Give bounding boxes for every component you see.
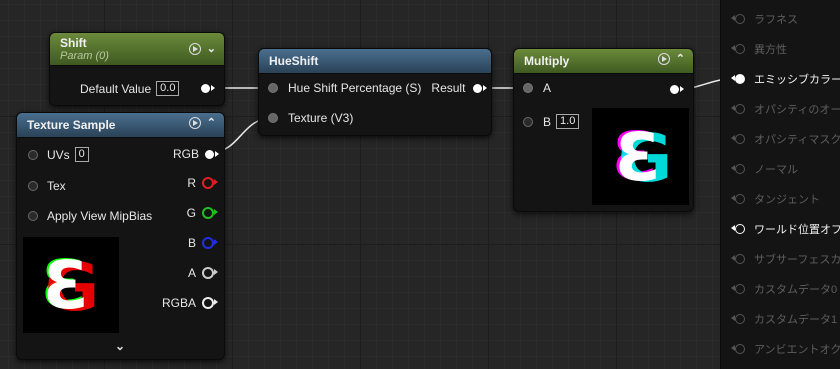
sidebar-item-custom-data-1[interactable]: カスタムデータ1 [731,311,838,327]
sidebar-item-label: エミッシブカラー [754,74,840,86]
hueshift-node-header[interactable]: HueShift [259,49,491,74]
pin-icon[interactable] [731,224,745,234]
r-output-pin[interactable] [202,177,218,189]
b-output-pin[interactable] [202,237,218,249]
multiply-b-label: B [543,114,552,129]
sidebar-item-normal[interactable]: ノーマル [731,161,798,177]
rgba-output-label: RGBA [161,296,196,310]
sidebar-item-subsurface-color[interactable]: サブサーフェスカ [731,251,840,267]
pin-icon[interactable] [731,284,745,294]
preview-toggle-icon[interactable] [657,53,670,65]
preview-toggle-icon[interactable] [188,43,201,55]
pin-icon[interactable] [731,14,745,24]
expand-chevron-icon[interactable]: ⌄ [115,339,125,353]
pin-icon[interactable] [731,134,745,144]
sidebar-item-label: 異方性 [754,44,787,56]
shift-param-node[interactable]: Shift Param (0) ⌄ Default Value 0.0 [49,32,225,106]
multiply-a-label: A [543,81,552,95]
sidebar-item-opacity[interactable]: オパシティのオー [731,101,840,117]
texture-sample-title: Texture Sample [27,118,116,132]
hueshift-result-pin[interactable] [473,83,488,93]
multiply-b-value-field[interactable]: 1.0 [556,114,580,129]
texture-v3-pin[interactable] [268,113,278,123]
tex-pin[interactable] [28,181,38,191]
hueshift-node-title: HueShift [269,54,319,68]
r-output-label: R [187,176,196,190]
sidebar-item-label: ノーマル [754,164,798,176]
texture-v3-label: Texture (V3) [288,111,354,125]
hueshift-result-label: Result [431,81,466,95]
apply-view-mipbias-pin[interactable] [28,211,38,221]
shift-node-header[interactable]: Shift Param (0) ⌄ [50,33,224,66]
sidebar-item-label: タンジェント [754,194,820,206]
texture-preview-image: Ɛ G Ɛ [23,237,119,333]
sidebar-item-label: アンビエントオク [754,344,840,356]
hue-shift-percentage-pin[interactable] [268,83,278,93]
sidebar-item-anisotropy[interactable]: 異方性 [731,41,787,57]
sidebar-item-opacity-mask[interactable]: オパシティマスク [731,131,840,147]
g-output-label: G [186,206,196,220]
texture-sample-node[interactable]: Texture Sample ⌃ UVs 0 Tex Apply View Mi… [16,112,225,360]
sidebar-item-label: ワールド位置オフ [754,224,840,236]
shift-output-pin[interactable] [201,84,215,93]
a-output-label: A [187,266,196,280]
multiply-a-pin[interactable] [523,83,533,93]
rgb-output-label: RGB [172,147,199,161]
texture-sample-header[interactable]: Texture Sample ⌃ [17,113,224,138]
pin-icon[interactable] [731,314,745,324]
default-value-label: Default Value [80,81,152,96]
chevron-up-icon[interactable]: ⌃ [676,53,685,65]
sidebar-item-world-position-offset[interactable]: ワールド位置オフ [731,221,840,237]
hueshift-function-node[interactable]: HueShift Hue Shift Percentage (S) Result… [258,48,492,136]
pin-icon[interactable] [731,44,745,54]
material-result-panel: ラフネス 異方性 エミッシブカラー オパシティのオー オパシティマスク ノーマル… [720,0,840,369]
multiply-preview-image: Ɛ G Ɛ [592,108,689,205]
sidebar-item-label: オパシティマスク [754,134,840,146]
sidebar-item-roughness[interactable]: ラフネス [731,11,798,27]
pin-icon[interactable] [731,344,745,354]
uvs-value-field[interactable]: 0 [74,147,89,162]
pin-icon[interactable] [731,164,745,174]
pin-icon[interactable] [731,104,745,114]
preview-toggle-icon[interactable] [188,117,201,129]
g-output-pin[interactable] [202,207,218,219]
sidebar-item-ambient-occlusion[interactable]: アンビエントオク [731,341,840,357]
pin-icon[interactable] [731,194,745,204]
b-output-label: B [187,236,196,250]
sidebar-item-label: サブサーフェスカ [754,254,840,266]
sidebar-item-label: オパシティのオー [754,104,840,116]
shift-node-title: Shift [60,36,87,50]
uvs-label: UVs [47,147,70,162]
sidebar-item-label: ラフネス [754,14,798,26]
sidebar-item-label: カスタムデータ1 [754,314,838,326]
a-output-pin[interactable] [202,267,218,279]
multiply-node[interactable]: Multiply ⌃ A B 1.0 Ɛ G Ɛ [513,48,694,212]
pin-icon[interactable] [731,74,745,84]
rgb-output-pin[interactable] [205,149,219,159]
shift-node-subtitle: Param (0) [60,50,109,62]
uvs-pin[interactable] [28,149,38,160]
hue-shift-percentage-label: Hue Shift Percentage (S) [288,81,422,95]
tex-label: Tex [47,179,66,193]
chevron-down-icon[interactable]: ⌄ [207,43,216,55]
default-value-field[interactable]: 0.0 [156,81,180,96]
sidebar-item-custom-data-0[interactable]: カスタムデータ0 [731,281,838,297]
rgba-output-pin[interactable] [202,297,218,309]
sidebar-item-emissive-color[interactable]: エミッシブカラー [731,71,840,87]
multiply-b-pin[interactable] [523,116,533,127]
apply-view-mipbias-label: Apply View MipBias [47,209,153,223]
multiply-output-pin[interactable] [670,85,684,94]
sidebar-item-label: カスタムデータ0 [754,284,838,296]
multiply-node-header[interactable]: Multiply ⌃ [514,49,693,74]
chevron-up-icon[interactable]: ⌃ [207,117,216,129]
sidebar-item-tangent[interactable]: タンジェント [731,191,820,207]
pin-icon[interactable] [731,254,745,264]
multiply-node-title: Multiply [524,54,570,68]
